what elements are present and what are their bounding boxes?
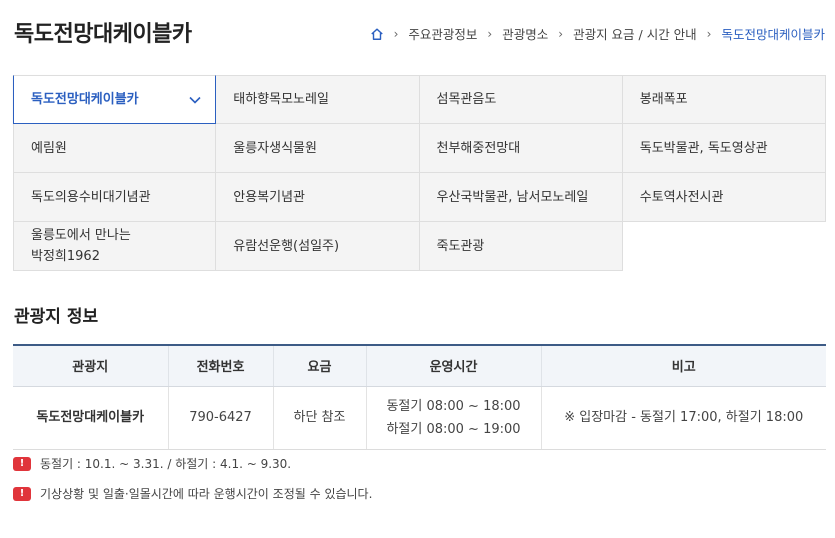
cell-hours: 동절기 08:00 ~ 18:00 하절기 08:00 ~ 19:00 — [366, 386, 542, 450]
alert-icon: ! — [13, 486, 31, 501]
chevron-down-icon — [189, 96, 201, 104]
tab-item[interactable]: 태하향목모노레일 — [216, 75, 420, 124]
tab-item[interactable]: 봉래폭포 — [622, 75, 826, 124]
page-title: 독도전망대케이블카 — [14, 22, 192, 47]
cell-remarks: ※ 입장마감 - 동절기 17:00, 하절기 18:00 — [541, 386, 826, 450]
table-header: 요금 — [273, 344, 367, 387]
table-header: 비고 — [541, 344, 826, 387]
attraction-tab-grid: 독도전망대케이블카 태하향목모노레일 섬목관음도 봉래폭포 예림원 울릉자생식물… — [13, 75, 826, 271]
section-title: 관광지 정보 — [14, 307, 99, 327]
attraction-info-table: 관광지 전화번호 요금 운영시간 비고 독도전망대케이블카 790-6427 하… — [13, 344, 826, 450]
breadcrumb-separator-icon: › — [487, 26, 493, 41]
cell-fee: 하단 참조 — [273, 386, 367, 450]
breadcrumb-current[interactable]: 독도전망대케이블카 — [721, 24, 825, 43]
tab-item[interactable]: 울릉자생식물원 — [216, 124, 420, 173]
breadcrumb-item[interactable]: 관광지 요금 / 시간 안내 — [573, 24, 697, 43]
note-text: 동절기 : 10.1. ~ 3.31. / 하절기 : 4.1. ~ 9.30. — [40, 457, 292, 471]
cell-attraction-name: 독도전망대케이블카 — [13, 386, 169, 450]
breadcrumb-separator-icon: › — [393, 26, 399, 41]
tab-item[interactable]: 울릉도에서 만나는 박정희1962 — [13, 222, 217, 271]
tab-item[interactable]: 독도박물관, 독도영상관 — [622, 124, 826, 173]
note-item: ! 기상상황 및 일출·일몰시간에 따라 운행시간이 조정될 수 있습니다. — [13, 485, 372, 502]
notes: ! 동절기 : 10.1. ~ 3.31. / 하절기 : 4.1. ~ 9.3… — [13, 455, 372, 515]
alert-icon: ! — [13, 456, 31, 471]
tab-row: 울릉도에서 만나는 박정희1962 유람선운행(섬일주) 죽도관광 — [13, 222, 826, 271]
tab-item[interactable]: 안용복기념관 — [216, 173, 420, 222]
tab-row: 독도의용수비대기념관 안용복기념관 우산국박물관, 남서모노레일 수토역사전시관 — [13, 173, 826, 222]
breadcrumb: › 주요관광정보 › 관광명소 › 관광지 요금 / 시간 안내 › 독도전망대… — [370, 24, 825, 43]
tab-item[interactable]: 수토역사전시관 — [622, 173, 826, 222]
hours-winter: 동절기 08:00 ~ 18:00 — [386, 398, 521, 414]
tab-item[interactable]: 죽도관광 — [419, 222, 623, 271]
note-item: ! 동절기 : 10.1. ~ 3.31. / 하절기 : 4.1. ~ 9.3… — [13, 455, 372, 472]
tab-row: 예림원 울릉자생식물원 천부해중전망대 독도박물관, 독도영상관 — [13, 124, 826, 173]
tab-item[interactable]: 유람선운행(섬일주) — [216, 222, 420, 271]
table-header: 전화번호 — [168, 344, 274, 387]
breadcrumb-separator-icon: › — [706, 26, 712, 41]
tab-item[interactable]: 독도의용수비대기념관 — [13, 173, 217, 222]
tab-item[interactable]: 섬목관음도 — [419, 75, 623, 124]
tab-row: 독도전망대케이블카 태하향목모노레일 섬목관음도 봉래폭포 — [13, 75, 826, 124]
tab-item[interactable]: 예림원 — [13, 124, 217, 173]
table-header: 관광지 — [13, 344, 169, 387]
tab-item[interactable]: 천부해중전망대 — [419, 124, 623, 173]
table-header: 운영시간 — [366, 344, 542, 387]
note-text: 기상상황 및 일출·일몰시간에 따라 운행시간이 조정될 수 있습니다. — [40, 487, 373, 501]
tab-label-line: 울릉도에서 만나는 — [31, 228, 131, 243]
table-row: 독도전망대케이블카 790-6427 하단 참조 동절기 08:00 ~ 18:… — [13, 386, 826, 450]
tab-label-line: 박정희1962 — [31, 249, 100, 264]
cell-phone: 790-6427 — [168, 386, 274, 450]
breadcrumb-item[interactable]: 관광명소 — [502, 24, 548, 43]
breadcrumb-item[interactable]: 주요관광정보 — [408, 24, 477, 43]
tab-dokdo-cablecar[interactable]: 독도전망대케이블카 — [13, 75, 217, 124]
tab-item[interactable]: 우산국박물관, 남서모노레일 — [419, 173, 623, 222]
empty-cell — [623, 222, 826, 271]
hours-summer: 하절기 08:00 ~ 19:00 — [386, 421, 521, 437]
tab-label: 독도전망대케이블카 — [31, 92, 139, 107]
home-icon[interactable] — [370, 27, 384, 41]
breadcrumb-separator-icon: › — [558, 26, 564, 41]
table-header-row: 관광지 전화번호 요금 운영시간 비고 — [13, 344, 826, 387]
